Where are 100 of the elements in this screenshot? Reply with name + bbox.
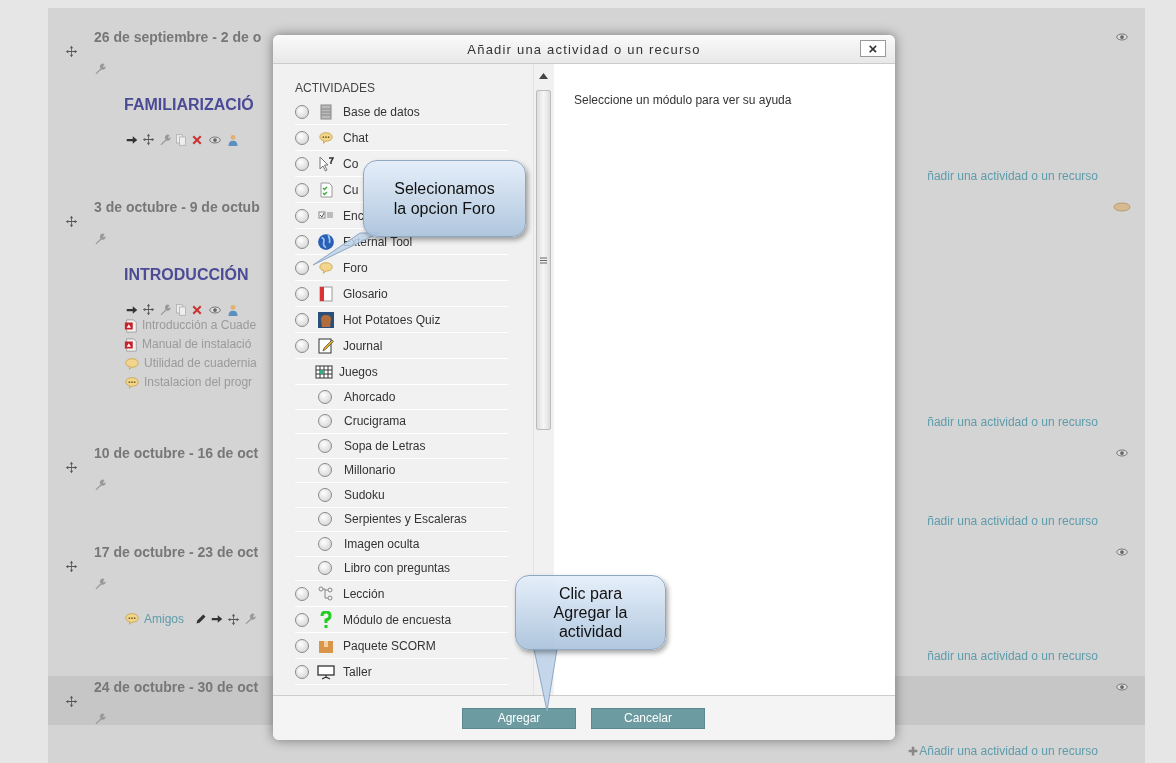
section-title: 3 de octubre - 9 de octub <box>94 198 260 216</box>
option-label[interactable]: Libro con preguntas <box>344 561 451 576</box>
radio-button[interactable] <box>295 156 309 171</box>
eye-icon <box>1113 680 1130 693</box>
wrench-icon <box>94 578 106 590</box>
wrench-icon <box>94 63 106 75</box>
wrench-icon <box>94 713 106 725</box>
section-title: 17 de octubre - 23 de oct <box>94 543 259 561</box>
option-label[interactable]: Serpientes y Escaleras <box>344 512 467 527</box>
forum-icon <box>124 356 140 371</box>
eye-icon <box>1113 30 1130 43</box>
radio-button[interactable] <box>295 234 309 249</box>
section-heading[interactable]: INTRODUCCIÓN <box>124 265 249 285</box>
section-title: 10 de octubre - 16 de oct <box>94 444 259 462</box>
close-button[interactable]: × <box>860 40 886 57</box>
lesson-nodes-icon <box>318 585 334 602</box>
chat-icon <box>124 375 140 390</box>
radio-button[interactable] <box>295 612 309 627</box>
option-label[interactable]: Chat <box>343 130 369 145</box>
monitor-icon <box>317 663 335 680</box>
radio-button[interactable] <box>295 182 309 197</box>
callout: Clic para Agregar la actividad <box>515 575 666 650</box>
move-icon <box>227 612 241 626</box>
option-label[interactable]: Paquete SCORM <box>343 638 436 653</box>
wrench-icon <box>94 233 106 245</box>
option-label[interactable]: Enc <box>343 208 364 223</box>
option-label[interactable]: Crucigrama <box>344 414 406 429</box>
wrench-icon <box>159 303 171 316</box>
option-label[interactable]: Imagen oculta <box>344 536 420 551</box>
wrench-icon <box>94 479 106 491</box>
option-label[interactable]: Hot Potatoes Quiz <box>343 312 441 327</box>
radio-button[interactable] <box>318 389 332 404</box>
radio-button[interactable] <box>295 338 309 353</box>
move-icon <box>64 214 78 228</box>
radio-button[interactable] <box>295 208 309 223</box>
wrench-icon <box>159 133 171 146</box>
lightbulb-icon <box>1112 201 1131 212</box>
copy-icon <box>175 303 187 316</box>
globe-icon <box>317 232 335 251</box>
delete-icon <box>191 303 203 316</box>
callout-pointer <box>533 648 559 712</box>
scrollbar-thumb[interactable] <box>536 90 551 430</box>
move-icon <box>64 44 78 58</box>
radio-button[interactable] <box>295 104 309 119</box>
radio-button[interactable] <box>295 586 309 601</box>
book-icon <box>318 285 334 302</box>
user-icon <box>227 133 239 146</box>
scroll-up-icon[interactable] <box>539 73 548 79</box>
radio-button[interactable] <box>318 512 332 527</box>
radio-button[interactable] <box>295 638 309 653</box>
game-board-icon <box>315 364 333 379</box>
eye-icon <box>207 303 223 316</box>
radio-button[interactable] <box>295 260 309 275</box>
radio-button[interactable] <box>295 286 309 301</box>
option-label[interactable]: Módulo de encuesta <box>343 612 452 627</box>
database-icon <box>318 103 334 120</box>
option-label[interactable]: Journal <box>343 338 383 353</box>
option-label[interactable]: Millonario <box>344 463 396 478</box>
journal-icon <box>318 337 334 354</box>
radio-button[interactable] <box>295 312 309 327</box>
option-label[interactable]: Ahorcado <box>344 389 396 404</box>
radio-button[interactable] <box>295 664 309 679</box>
option-label[interactable]: External Tool <box>343 234 413 249</box>
section-title: 26 de septiembre - 2 de o <box>94 28 262 46</box>
dialog-title: Añadir una actividad o un recurso <box>467 41 701 57</box>
pdf-icon <box>124 337 138 352</box>
move-icon <box>64 694 78 708</box>
option-label[interactable]: Cu <box>343 182 359 197</box>
radio-button[interactable] <box>318 536 332 551</box>
move-icon <box>142 303 155 316</box>
option-label[interactable]: Base de datos <box>343 104 420 119</box>
plus-icon <box>908 746 919 756</box>
radio-button[interactable] <box>318 487 332 502</box>
pdf-icon <box>124 318 138 333</box>
option-label[interactable]: Glosario <box>343 286 388 301</box>
radio-button[interactable] <box>318 438 332 453</box>
callout: Selecionamos la opcion Foro <box>363 160 526 237</box>
chat-icon <box>318 130 334 145</box>
radio-button[interactable] <box>295 130 309 145</box>
move-icon <box>64 460 78 474</box>
move-icon <box>142 133 155 146</box>
radio-button[interactable] <box>318 561 332 576</box>
radio-button[interactable] <box>318 414 332 429</box>
hand-icon <box>318 311 334 328</box>
option-label[interactable]: Taller <box>343 664 372 679</box>
arrow-icon <box>211 613 224 625</box>
chat-icon <box>124 612 140 626</box>
checklist-icon <box>318 181 334 198</box>
option-label[interactable]: Foro <box>343 260 368 275</box>
question-mark-icon <box>318 610 334 629</box>
option-label[interactable]: Sopa de Letras <box>344 438 426 453</box>
section-heading[interactable]: FAMILIARIZACIÓ <box>124 95 254 115</box>
section-title: 24 de octubre - 30 de oct <box>94 678 259 696</box>
copy-icon <box>175 133 187 146</box>
option-label[interactable]: Lección <box>343 586 385 601</box>
option-label[interactable]: Co <box>343 156 359 171</box>
radio-button[interactable] <box>318 463 332 478</box>
eye-icon <box>207 133 223 146</box>
help-text: Seleccione un módulo para ver su ayuda <box>574 93 792 107</box>
option-label[interactable]: Sudoku <box>344 487 385 502</box>
